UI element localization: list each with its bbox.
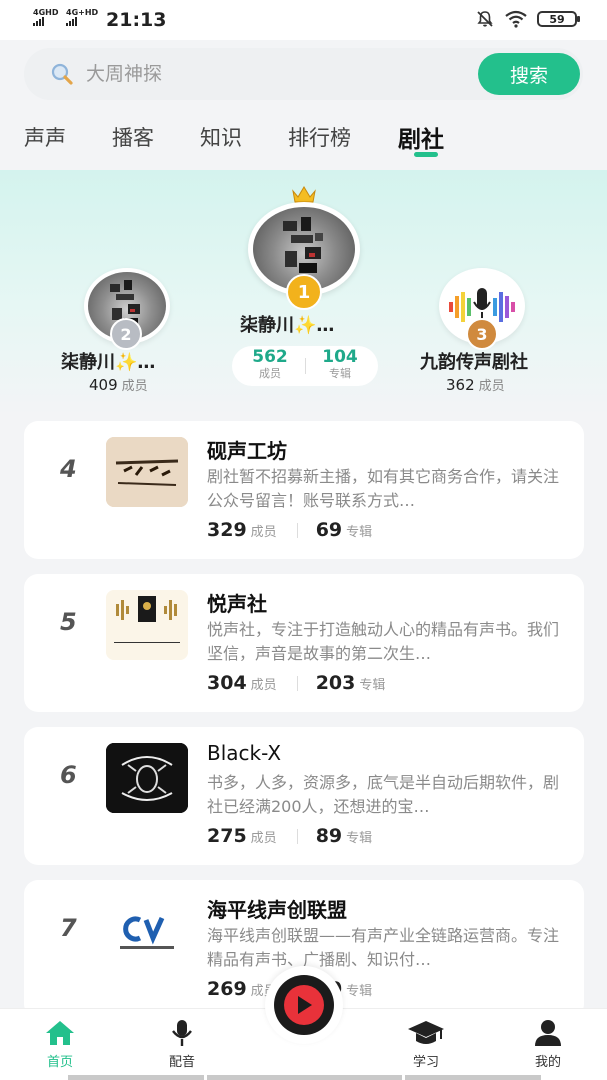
stats-divider [296,828,298,844]
members-count: 329 [207,519,247,541]
stats-divider [296,522,298,538]
rank-badge-3: 3 [466,318,498,350]
list-item[interactable]: 5 悦声社 悦声社，专注于打造触动人心的精品有声书。我们坚信，声音是故事的第二次… [24,574,584,712]
category-tabs: 声声 播客 知识 排行榜 剧社 [0,110,607,170]
tab-ranking[interactable]: 排行榜 [288,122,351,152]
nav-learning[interactable]: 学习 [386,1019,466,1070]
gesture-bar-segment [405,1075,541,1080]
first-albums-count: 104 [322,347,358,367]
third-members-count: 362 [446,376,475,394]
club-logo-art [106,590,188,660]
first-members-count: 562 [252,347,288,367]
tab-knowledge[interactable]: 知识 [200,122,242,152]
nav-profile-label: 我的 [534,1055,561,1070]
club-logo [106,590,188,660]
members-label: 成员 [250,678,277,693]
third-place-members: 362 成员 [446,375,505,394]
club-description: 悦声社，专注于打造触动人心的精品有声书。我们坚信，声音是故事的第二次生… [207,620,559,663]
albums-label: 专辑 [359,678,386,693]
user-icon [535,1020,561,1046]
second-members-count: 409 [89,376,118,394]
battery-icon: 59 [537,11,580,27]
first-place-stats: 562 成员 104 专辑 [232,346,378,386]
albums-count: 69 [315,519,343,541]
club-description: 海平线声创联盟——有声产业全链路运营商。专注精品有声书、广播剧、知识付… [207,926,559,969]
club-stats: 304 成员 203 专辑 [207,672,385,694]
members-count: 304 [207,672,247,694]
members-label: 成员 [250,525,277,540]
play-icon [298,996,312,1014]
club-stats: 329 成员 69 专辑 [207,519,372,541]
center-play-button[interactable] [265,966,343,1044]
second-members-label: 成员 [121,379,148,394]
second-place-name[interactable]: 柒静川✨… [61,348,155,374]
tab-podcast[interactable]: 播客 [112,122,154,152]
network-label-2: 4G+HD [66,8,99,17]
tab-drama-club[interactable]: 剧社 [398,120,444,154]
club-logo [106,743,188,813]
search-input[interactable] [86,58,466,90]
members-count: 269 [207,978,247,1000]
albums-count: 89 [315,825,343,847]
first-members-label: 成员 [259,367,281,380]
third-place-name[interactable]: 九韵传声剧社 [420,348,528,374]
club-title: 悦声社 [207,592,267,616]
albums-label: 专辑 [346,525,373,540]
first-albums-label: 专辑 [329,367,351,380]
rank-badge-2: 2 [110,318,142,350]
list-item[interactable]: 4 砚声工坊 剧社暂不招募新主播，如有其它商务合作，请关注公众号留言！账号联系方… [24,421,584,559]
list-rank: 6 [60,761,77,789]
network-label-1: 4GHD [33,8,59,17]
first-place-name[interactable]: 柒静川✨… [240,311,334,337]
search-icon [51,63,73,85]
gesture-bar-segment [207,1075,402,1080]
status-bar: 4GHD 4G+HD 21:13 59 [0,0,607,40]
club-description: 书多，人多，资源多，底气是半自动后期软件，剧社已经满200人，还想进的宝… [207,773,559,816]
club-logo-art [106,896,188,966]
nav-learning-label: 学习 [412,1055,439,1070]
nav-dubbing[interactable]: 配音 [142,1019,222,1070]
list-item[interactable]: 6 Black-X 书多，人多，资源多，底气是半自动后期软件，剧社已经满200人… [24,727,584,865]
nav-home-label: 首页 [46,1055,73,1070]
graduation-cap-icon [408,1021,444,1044]
nav-home[interactable]: 首页 [20,1019,100,1070]
nav-profile[interactable]: 我的 [508,1019,588,1070]
stats-divider [305,358,306,374]
list-rank: 7 [60,914,77,942]
home-icon [46,1021,74,1045]
third-members-label: 成员 [478,379,505,394]
club-logo [106,437,188,507]
albums-label: 专辑 [346,831,373,846]
club-stats: 275 成员 89 专辑 [207,825,372,847]
club-title: 砚声工坊 [207,439,287,463]
list-rank: 4 [60,455,77,483]
members-label: 成员 [250,831,277,846]
mute-bell-icon [477,11,493,27]
albums-count: 203 [315,672,356,694]
network-indicator-2: 4G+HD [66,8,98,26]
list-rank: 5 [60,608,77,636]
network-indicator-1: 4GHD [33,8,58,26]
search-bar[interactable]: 搜索 [24,48,583,100]
active-tab-indicator [414,152,438,157]
gesture-bar-segment [68,1075,204,1080]
wifi-icon [505,10,527,28]
status-time: 21:13 [106,9,167,31]
tab-shengsheng[interactable]: 声声 [24,122,66,152]
search-button[interactable]: 搜索 [478,53,580,95]
club-logo-art [106,743,188,813]
battery-level: 59 [549,12,565,26]
club-description: 剧社暂不招募新主播，如有其它商务合作，请关注公众号留言！账号联系方式… [207,467,559,510]
stats-divider [296,675,298,691]
club-title: Black-X [207,741,282,765]
club-logo-art [106,437,188,507]
albums-label: 专辑 [346,984,373,999]
club-title: 海平线声创联盟 [207,898,347,922]
club-logo [106,896,188,966]
members-count: 275 [207,825,247,847]
second-place-members: 409 成员 [89,375,148,394]
nav-dubbing-label: 配音 [168,1055,195,1070]
microphone-icon [172,1020,192,1046]
rank-badge-1: 1 [286,274,322,310]
